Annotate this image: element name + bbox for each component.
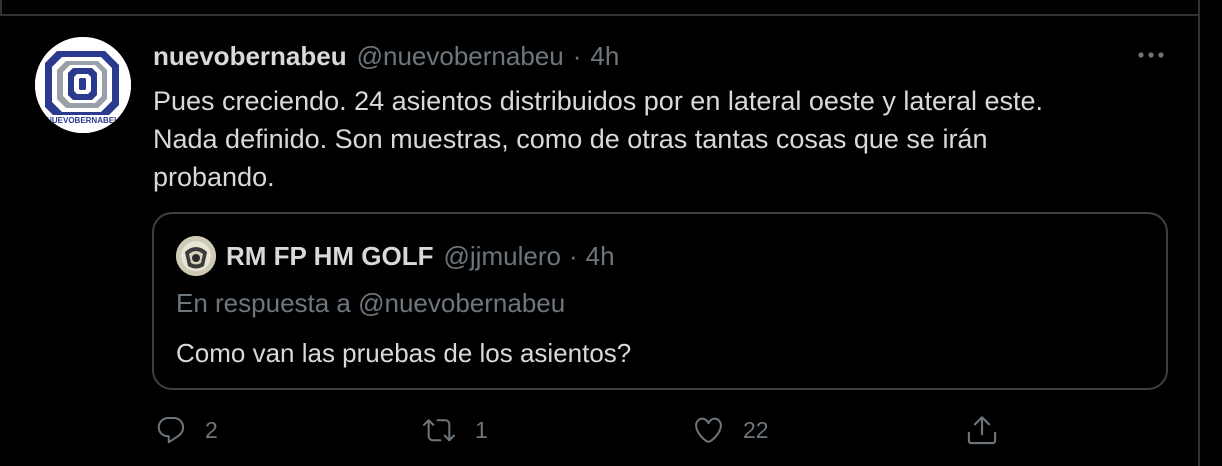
- quoted-separator-dot: ·: [568, 240, 578, 271]
- svg-text:NUEVOBERNABEU: NUEVOBERNABEU: [46, 116, 120, 125]
- reply-button[interactable]: 2: [155, 410, 218, 450]
- reply-icon: [155, 414, 187, 446]
- separator-dot: ·: [572, 40, 582, 71]
- retweet-icon: [421, 414, 457, 446]
- tweet-time[interactable]: 4h: [590, 41, 619, 72]
- retweet-count: 1: [475, 416, 488, 443]
- tweet-text: Pues creciendo. 24 asientos distribuidos…: [153, 86, 1044, 192]
- quoted-avatar[interactable]: [176, 236, 216, 276]
- quoted-text: Como van las pruebas de los asientos?: [176, 338, 632, 368]
- quoted-tweet[interactable]: RM FP HM GOLF @jjmulero · 4h En respuest…: [152, 212, 1168, 390]
- tweet-header: nuevobernabeu @nuevobernabeu · 4h: [153, 38, 619, 74]
- like-button[interactable]: 22: [692, 410, 769, 450]
- frame-border-top: [0, 14, 1200, 16]
- frame-border-right: [1198, 14, 1200, 466]
- more-icon[interactable]: [1134, 44, 1168, 66]
- heart-icon: [692, 414, 725, 446]
- reply-context: En respuesta a @nuevobernabeu: [176, 288, 566, 318]
- frame-border-left: [0, 0, 2, 14]
- share-button[interactable]: [965, 410, 999, 450]
- user-handle[interactable]: @nuevobernabeu: [357, 41, 564, 72]
- frame-border-right-top: [1198, 0, 1200, 14]
- quoted-display-name[interactable]: RM FP HM GOLF: [226, 241, 434, 272]
- quoted-time[interactable]: 4h: [586, 241, 615, 272]
- reply-count: 2: [205, 416, 218, 443]
- display-name[interactable]: nuevobernabeu: [153, 41, 347, 72]
- retweet-button[interactable]: 1: [421, 410, 488, 450]
- nuevobernabeu-logo: NUEVOBERNABEU: [35, 37, 131, 133]
- share-icon: [965, 413, 999, 447]
- quoted-handle[interactable]: @jjmulero: [444, 241, 561, 272]
- like-count: 22: [743, 416, 769, 443]
- avatar[interactable]: NUEVOBERNABEU: [35, 37, 131, 133]
- quoted-header: RM FP HM GOLF @jjmulero · 4h: [226, 238, 615, 274]
